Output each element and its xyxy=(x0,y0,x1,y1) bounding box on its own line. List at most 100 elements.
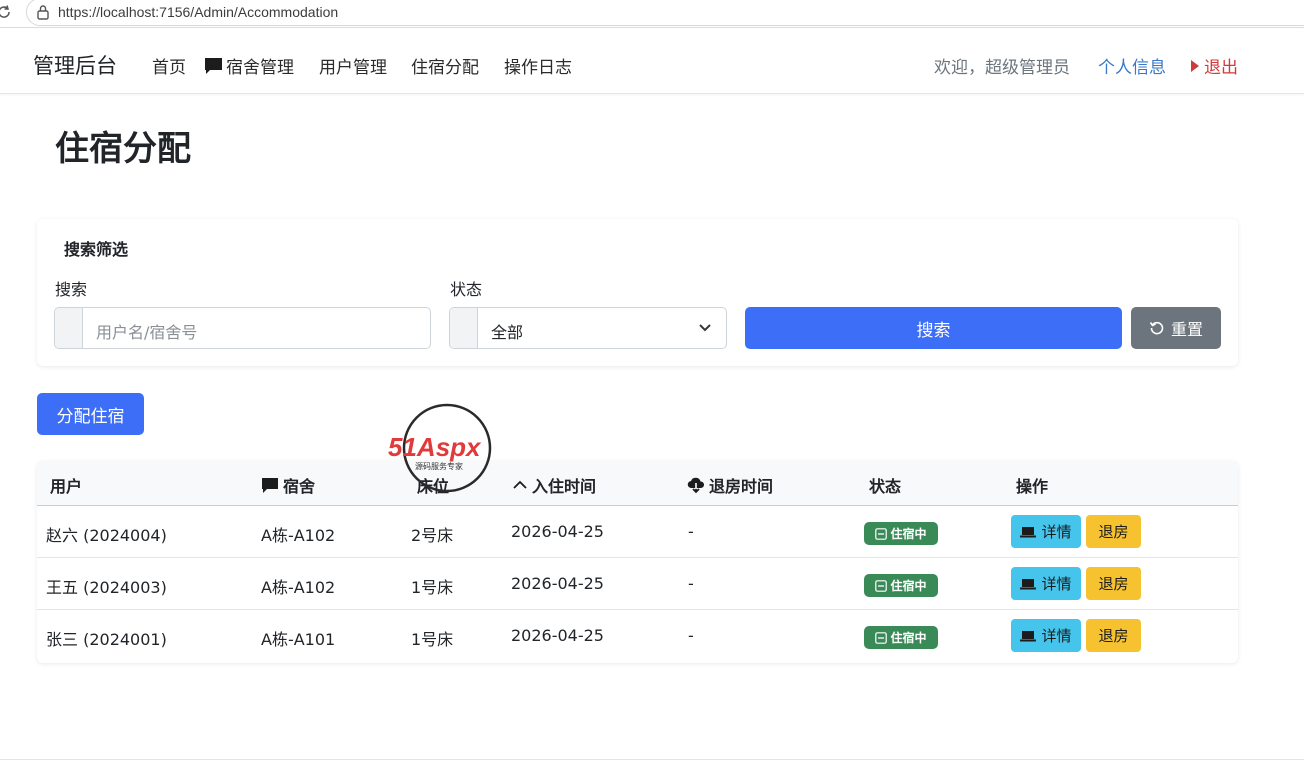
detail-button[interactable]: 详情 xyxy=(1011,567,1081,600)
checkout-button-label: 退房 xyxy=(1098,575,1129,593)
nav-item-label: 操作日志 xyxy=(504,58,572,78)
checkout-button-label: 退房 xyxy=(1098,627,1129,645)
laptop-icon xyxy=(1020,578,1037,589)
status-badge: 住宿中 xyxy=(864,522,938,545)
search-input-prefix xyxy=(55,308,83,348)
cell-checkin: 2026-04-25 xyxy=(511,522,604,541)
status-selected-value: 全部 xyxy=(491,323,524,342)
search-filter-card: 搜索筛选 搜索 用户名/宿舍号 状态 全部 搜索 重置 xyxy=(37,219,1238,366)
search-input[interactable]: 用户名/宿舍号 xyxy=(54,307,431,349)
nav-item-label: 首页 xyxy=(152,58,186,78)
reload-icon[interactable] xyxy=(0,4,12,20)
caret-right-icon xyxy=(1191,59,1199,72)
dash-square-icon xyxy=(875,579,888,592)
col-header-checkin-label: 入住时间 xyxy=(532,477,597,496)
cell-dorm: A栋-A101 xyxy=(261,630,336,649)
cell-dorm: A栋-A102 xyxy=(261,578,336,597)
cloud-download-icon xyxy=(687,477,705,493)
lock-icon xyxy=(37,5,49,20)
url-text: https://localhost:7156/Admin/Accommodati… xyxy=(58,4,339,20)
status-badge: 住宿中 xyxy=(864,626,938,649)
nav-item-accommodation[interactable]: 住宿分配 xyxy=(411,53,479,78)
col-header-ops: 操作 xyxy=(1016,473,1048,497)
chat-bubble-icon xyxy=(205,57,222,74)
nav-item-label: 住宿分配 xyxy=(411,58,479,78)
filter-card-title: 搜索筛选 xyxy=(64,240,129,259)
svg-text:51Aspx: 51Aspx xyxy=(388,432,482,462)
cell-bed: 1号床 xyxy=(411,578,454,597)
cell-checkin: 2026-04-25 xyxy=(511,626,604,645)
detail-button[interactable]: 详情 xyxy=(1011,515,1081,548)
accommodation-table: 用户 宿舍 床位 入住时间 退房时间 状态 操作 赵六 (2024004) A栋… xyxy=(37,461,1238,663)
logout-label: 退出 xyxy=(1204,58,1238,78)
status-select[interactable]: 全部 xyxy=(449,307,727,349)
cell-checkout: - xyxy=(688,626,694,645)
table-row: 赵六 (2024004) A栋-A102 2号床 2026-04-25 - 住宿… xyxy=(37,506,1238,558)
detail-button-label: 详情 xyxy=(1041,627,1072,645)
cell-checkin: 2026-04-25 xyxy=(511,574,604,593)
col-header-status-label: 状态 xyxy=(869,477,902,496)
cell-user: 王五 (2024003) xyxy=(46,578,167,597)
cell-bed: 1号床 xyxy=(411,630,454,649)
checkout-button-label: 退房 xyxy=(1098,523,1129,541)
search-label: 搜索 xyxy=(55,280,88,299)
col-header-dorm: 宿舍 xyxy=(261,473,315,497)
cell-user: 张三 (2024001) xyxy=(46,630,167,649)
col-header-status: 状态 xyxy=(869,473,901,497)
search-button-label: 搜索 xyxy=(916,320,951,341)
cell-dorm: A栋-A102 xyxy=(261,526,336,545)
top-navbar: 管理后台 首页 宿舍管理 用户管理 住宿分配 操作日志 欢迎，超级管理员 个人信… xyxy=(0,32,1304,94)
logout-link[interactable]: 退出 xyxy=(1190,53,1238,78)
watermark-text: 51Aspx xyxy=(388,432,482,462)
chevron-up-icon xyxy=(513,480,527,489)
col-header-dorm-label: 宿舍 xyxy=(283,477,316,496)
status-label: 状态 xyxy=(450,280,483,299)
checkout-button[interactable]: 退房 xyxy=(1086,619,1141,652)
nav-item-dorm-management[interactable]: 宿舍管理 xyxy=(204,53,294,78)
cell-checkout: - xyxy=(688,522,694,541)
assign-button-label: 分配住宿 xyxy=(56,406,125,427)
col-header-checkout: 退房时间 xyxy=(687,473,773,497)
status-badge-label: 住宿中 xyxy=(890,579,927,593)
nav-item-home[interactable]: 首页 xyxy=(152,53,186,78)
cell-user: 赵六 (2024004) xyxy=(46,526,167,545)
checkout-button[interactable]: 退房 xyxy=(1086,515,1141,548)
dash-square-icon xyxy=(875,527,888,540)
detail-button[interactable]: 详情 xyxy=(1011,619,1081,652)
col-header-checkout-label: 退房时间 xyxy=(709,477,774,496)
status-badge-label: 住宿中 xyxy=(890,527,927,541)
dash-square-icon xyxy=(875,631,888,644)
status-badge: 住宿中 xyxy=(864,574,938,597)
table-row: 张三 (2024001) A栋-A101 1号床 2026-04-25 - 住宿… xyxy=(37,610,1238,662)
status-select-prefix xyxy=(450,308,478,348)
nav-item-operation-log[interactable]: 操作日志 xyxy=(504,53,572,78)
nav-item-user-management[interactable]: 用户管理 xyxy=(319,53,387,78)
detail-button-label: 详情 xyxy=(1041,523,1072,541)
col-header-user: 用户 xyxy=(50,473,82,497)
footer-divider xyxy=(0,759,1304,760)
brand-title[interactable]: 管理后台 xyxy=(33,50,117,80)
nav-item-label: 宿舍管理 xyxy=(226,58,294,78)
profile-link[interactable]: 个人信息 xyxy=(1098,53,1166,78)
cell-checkout: - xyxy=(688,574,694,593)
table-header: 用户 宿舍 床位 入住时间 退房时间 状态 操作 xyxy=(37,461,1238,506)
search-button[interactable]: 搜索 xyxy=(745,307,1122,349)
browser-address-bar: https://localhost:7156/Admin/Accommodati… xyxy=(0,0,1304,28)
col-header-checkin: 入住时间 xyxy=(512,473,596,497)
col-header-ops-label: 操作 xyxy=(1016,477,1049,496)
reset-button[interactable]: 重置 xyxy=(1131,307,1221,349)
reset-button-label: 重置 xyxy=(1170,320,1203,339)
watermark-logo: 51Aspx 源码服务专家 xyxy=(388,403,492,493)
watermark-slogan: 源码服务专家 xyxy=(415,461,463,471)
welcome-text: 欢迎，超级管理员 xyxy=(934,58,1070,78)
search-placeholder: 用户名/宿舍号 xyxy=(96,323,198,342)
status-badge-label: 住宿中 xyxy=(890,631,927,645)
checkout-button[interactable]: 退房 xyxy=(1086,567,1141,600)
chat-bubble-icon xyxy=(262,477,278,493)
reset-icon xyxy=(1149,321,1164,335)
col-header-user-label: 用户 xyxy=(50,477,83,496)
chevron-down-icon xyxy=(699,324,711,332)
laptop-icon xyxy=(1020,526,1037,537)
assign-accommodation-button[interactable]: 分配住宿 xyxy=(37,393,144,435)
detail-button-label: 详情 xyxy=(1041,575,1072,593)
